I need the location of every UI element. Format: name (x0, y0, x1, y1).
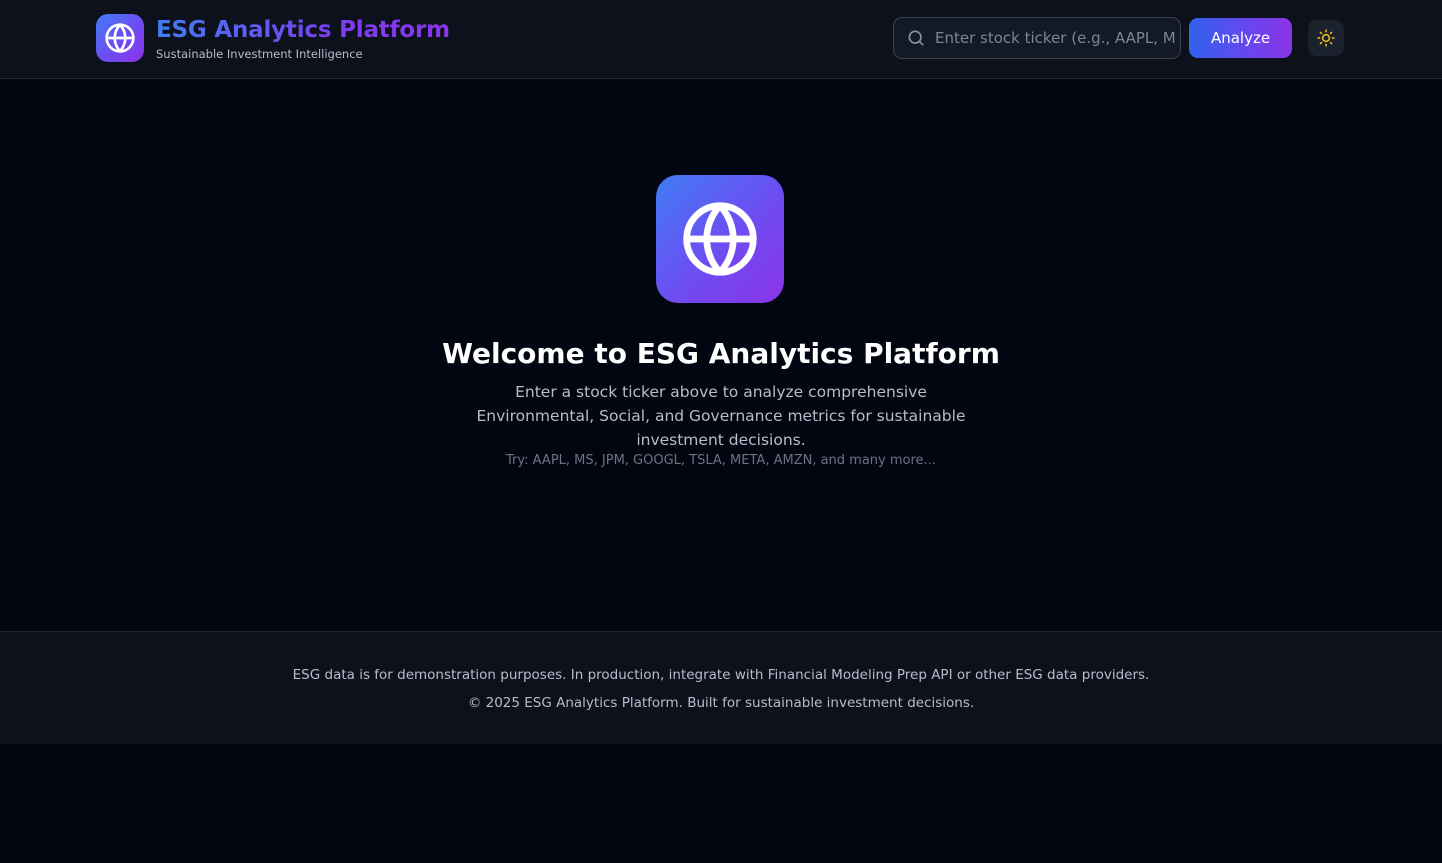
theme-toggle-button[interactable] (1308, 20, 1344, 56)
page-footer: ESG data is for demonstration purposes. … (0, 631, 1442, 744)
welcome-title: Welcome to ESG Analytics Platform (442, 337, 1000, 370)
globe-icon (656, 175, 784, 303)
welcome-description: Enter a stock ticker above to analyze co… (476, 383, 966, 449)
app-header: ESG Analytics Platform Sustainable Inves… (0, 0, 1442, 79)
example-tickers-hint: Try: AAPL, MS, JPM, GOOGL, TSLA, META, A… (506, 453, 936, 468)
sun-icon (1317, 29, 1335, 47)
globe-icon (96, 14, 144, 62)
brand[interactable]: ESG Analytics Platform Sustainable Inves… (96, 14, 450, 62)
search-box[interactable] (893, 17, 1181, 59)
footer-disclaimer: ESG data is for demonstration purposes. … (292, 667, 1150, 683)
app-title: ESG Analytics Platform (156, 17, 450, 43)
app-subtitle: Sustainable Investment Intelligence (156, 47, 363, 61)
search-icon (908, 30, 924, 46)
analyze-button[interactable]: Analyze (1189, 18, 1292, 58)
ticker-search-input[interactable] (935, 29, 1175, 47)
footer-copyright: © 2025 ESG Analytics Platform. Built for… (467, 695, 975, 711)
